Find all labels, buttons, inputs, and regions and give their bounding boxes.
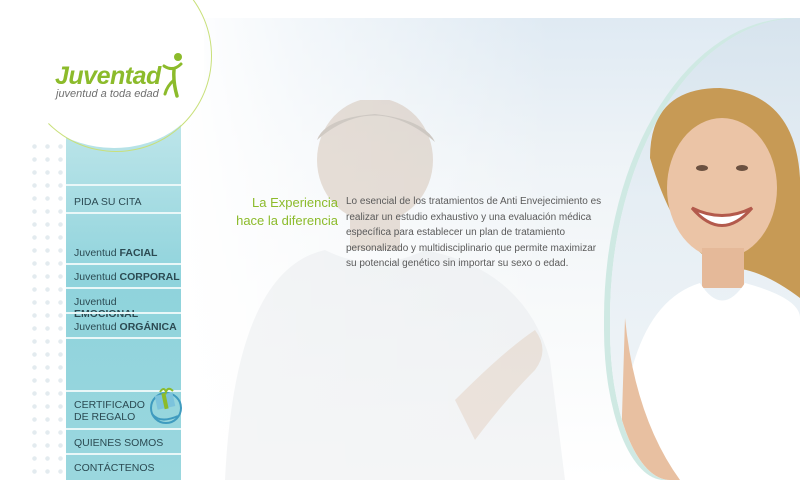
nav-separator	[66, 312, 181, 314]
nav-separator	[66, 428, 181, 430]
nav-separator	[66, 287, 181, 289]
nav-emphasis: FACIAL	[119, 247, 158, 259]
hero-headline: La Experiencia hace la diferencia	[218, 194, 338, 230]
gift-box-icon[interactable]	[148, 384, 184, 426]
nav-emphasis: EMOCIONAL	[74, 308, 139, 320]
dot-pattern	[28, 140, 66, 480]
nav-separator	[66, 453, 181, 455]
nav-emphasis: CORPORAL	[119, 271, 180, 283]
hero-body-text: Lo esencial de los tratamientos de Anti …	[346, 196, 602, 269]
nav-separator	[66, 337, 181, 339]
nav-juventud-facial[interactable]: Juventud FACIAL	[66, 247, 181, 259]
logo-tagline: juventud a toda edad	[56, 88, 159, 100]
hero-headline-line1: La Experiencia	[252, 195, 338, 210]
nav-separator	[66, 263, 181, 265]
nav-prefix: Juventud	[74, 271, 120, 283]
nav-prefix: Juventud	[74, 321, 120, 333]
nav-prefix: Juventud	[74, 247, 120, 259]
nav-juventud-corporal[interactable]: Juventud CORPORAL	[66, 271, 181, 283]
nav-juventud-organica[interactable]: Juventud ORGÁNICA	[66, 321, 181, 333]
nav-separator	[66, 212, 181, 214]
nav-separator	[66, 184, 181, 186]
man-photo	[225, 100, 565, 480]
logo-title[interactable]: Juventad	[55, 62, 161, 91]
hero-headline-line2: hace la diferencia	[236, 213, 338, 228]
nav-pida-su-cita[interactable]: PIDA SU CITA	[66, 196, 181, 208]
nav-prefix: Juventud	[74, 296, 117, 308]
nav-juventud-emocional[interactable]: Juventud EMOCIONAL	[66, 296, 181, 320]
person-jumping-icon	[162, 53, 183, 98]
nav-contactenos[interactable]: CONTÁCTENOS	[66, 462, 181, 474]
nav-emphasis: ORGÁNICA	[119, 321, 177, 333]
nav-quienes-somos[interactable]: QUIENES SOMOS	[66, 437, 181, 449]
